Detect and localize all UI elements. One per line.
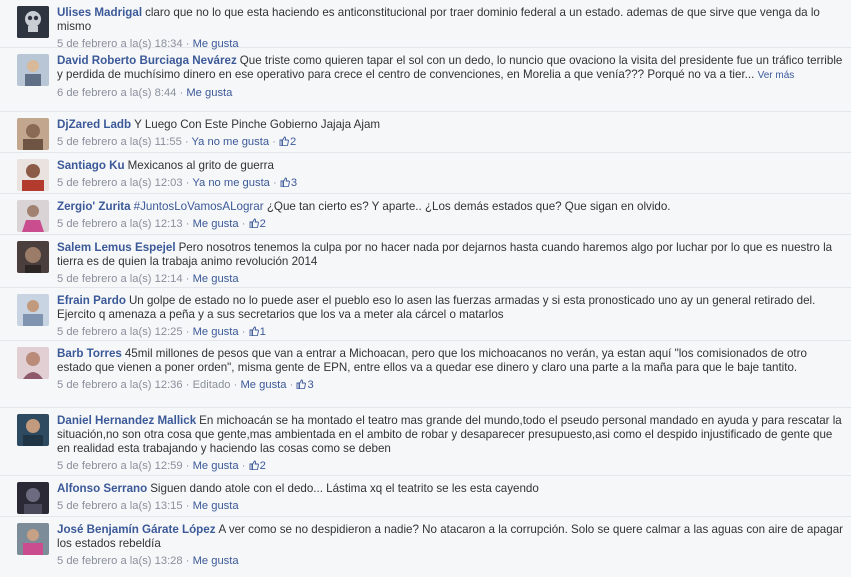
- comment-author[interactable]: David Roberto Burciaga Nevárez: [57, 54, 237, 67]
- comment: Zergio' Zurita #JuntosLoVamosALograr ¿Que…: [0, 194, 851, 235]
- like-count[interactable]: 3: [280, 177, 297, 189]
- like-count[interactable]: 1: [249, 326, 266, 338]
- like-button[interactable]: Me gusta: [240, 379, 286, 391]
- comment-time[interactable]: 5 de febrero a la(s) 13:15: [57, 500, 183, 512]
- thumbs-up-icon: [249, 460, 259, 470]
- like-button[interactable]: Me gusta: [193, 555, 239, 567]
- like-button[interactable]: Me gusta: [193, 500, 239, 512]
- comment-time[interactable]: 5 de febrero a la(s) 12:14: [57, 273, 183, 285]
- avatar[interactable]: [17, 54, 49, 86]
- comment-text: Siguen dando atole con el dedo... Lástim…: [150, 482, 539, 495]
- comment-meta: 5 de febrero a la(s) 12:59 · Me gusta · …: [57, 460, 266, 472]
- comment-meta: 5 de febrero a la(s) 13:15 · Me gusta: [57, 500, 239, 512]
- like-count[interactable]: 2: [249, 218, 266, 230]
- comment: Barb Torres 45mil millones de pesos que v…: [0, 341, 851, 408]
- like-button[interactable]: Me gusta: [193, 326, 239, 338]
- comment: Salem Lemus Espejel Pero nosotros tenemos…: [0, 235, 851, 288]
- avatar[interactable]: [17, 414, 49, 446]
- comment-meta: 5 de febrero a la(s) 12:25 · Me gusta · …: [57, 326, 266, 338]
- comment-text: Un golpe de estado no lo puede aser el p…: [57, 294, 816, 321]
- comment-time[interactable]: 5 de febrero a la(s) 12:13: [57, 218, 183, 230]
- comment-text: Mexicanos al grito de guerra: [127, 159, 274, 172]
- comment: Alfonso Serrano Siguen dando atole con el…: [0, 476, 851, 517]
- unlike-button[interactable]: Ya no me gusta: [192, 136, 270, 148]
- comment-meta: 5 de febrero a la(s) 12:13 · Me gusta · …: [57, 218, 266, 230]
- comment: José Benjamín Gárate López A ver como se …: [0, 517, 851, 573]
- comment-text: ¿Que tan cierto es? Y aparte.. ¿Los demá…: [266, 200, 671, 213]
- comment-time[interactable]: 5 de febrero a la(s) 11:55: [57, 136, 182, 148]
- comment-time[interactable]: 5 de febrero a la(s) 12:03: [57, 177, 183, 189]
- comment-author[interactable]: Alfonso Serrano: [57, 482, 147, 495]
- comment-thread: Ulises Madrigal claro que no lo que esta …: [0, 0, 851, 573]
- avatar[interactable]: [17, 118, 49, 150]
- comment-time[interactable]: 5 de febrero a la(s) 12:36: [57, 379, 183, 391]
- comment-author[interactable]: Barb Torres: [57, 347, 122, 360]
- comment-author[interactable]: Salem Lemus Espejel: [57, 241, 176, 254]
- comment-meta: 6 de febrero a la(s) 8:44 · Me gusta: [57, 87, 233, 99]
- comment-author[interactable]: José Benjamín Gárate López: [57, 523, 216, 536]
- hashtag-link[interactable]: #JuntosLoVamosALograr: [134, 200, 264, 213]
- comment: DjZared Ladb Y Luego Con Este Pinche Gobi…: [0, 112, 851, 153]
- comment-meta: 5 de febrero a la(s) 12:03 · Ya no me gu…: [57, 177, 298, 189]
- comment-author[interactable]: DjZared Ladb: [57, 118, 131, 131]
- like-button[interactable]: Me gusta: [193, 273, 239, 285]
- avatar[interactable]: [17, 482, 49, 514]
- comment-author[interactable]: Ulises Madrigal: [57, 6, 142, 19]
- comment-meta: 5 de febrero a la(s) 12:36 · Editado · M…: [57, 379, 314, 391]
- like-count[interactable]: 2: [249, 460, 266, 472]
- comment: Daniel Hernandez Mallick En michoacán se …: [0, 408, 851, 476]
- see-more-link[interactable]: Ver más: [758, 70, 795, 81]
- comment: Efrain Pardo Un golpe de estado no lo pue…: [0, 288, 851, 341]
- comment-meta: 5 de febrero a la(s) 13:28 · Me gusta: [57, 555, 239, 567]
- thumbs-up-icon: [249, 326, 259, 336]
- avatar[interactable]: [17, 241, 49, 273]
- unlike-button[interactable]: Ya no me gusta: [192, 177, 270, 189]
- comment: Ulises Madrigal claro que no lo que esta …: [0, 0, 851, 50]
- like-count[interactable]: 2: [279, 136, 296, 148]
- like-button[interactable]: Me gusta: [186, 87, 232, 99]
- comment-text: Y Luego Con Este Pinche Gobierno Jajaja …: [134, 118, 381, 131]
- comment: David Roberto Burciaga Nevárez Que triste…: [0, 48, 851, 112]
- avatar[interactable]: [17, 6, 49, 38]
- comment-author[interactable]: Efrain Pardo: [57, 294, 126, 307]
- comment-author[interactable]: Santiago Ku: [57, 159, 125, 172]
- like-count[interactable]: 3: [296, 379, 314, 391]
- avatar[interactable]: [17, 523, 49, 555]
- avatar[interactable]: [17, 294, 49, 326]
- comment-author[interactable]: Daniel Hernandez Mallick: [57, 414, 196, 427]
- comment-author[interactable]: Zergio' Zurita: [57, 200, 131, 213]
- thumbs-up-icon: [297, 379, 307, 389]
- avatar[interactable]: [17, 347, 49, 379]
- comment-meta: 5 de febrero a la(s) 11:55 · Ya no me gu…: [57, 136, 297, 148]
- comment-time[interactable]: 5 de febrero a la(s) 13:28: [57, 555, 183, 567]
- comment-text: claro que no lo que esta haciendo es ant…: [57, 6, 820, 33]
- edited-label[interactable]: Editado: [193, 379, 231, 391]
- comment-time[interactable]: 5 de febrero a la(s) 12:25: [57, 326, 183, 338]
- comment-time[interactable]: 6 de febrero a la(s) 8:44: [57, 87, 176, 99]
- comment: Santiago Ku Mexicanos al grito de guerra …: [0, 153, 851, 194]
- like-button[interactable]: Me gusta: [193, 460, 239, 472]
- avatar[interactable]: [17, 200, 49, 232]
- thumbs-up-icon: [280, 177, 290, 187]
- thumbs-up-icon: [279, 136, 289, 146]
- avatar[interactable]: [17, 159, 49, 191]
- comment-time[interactable]: 5 de febrero a la(s) 12:59: [57, 460, 183, 472]
- comment-meta: 5 de febrero a la(s) 12:14 · Me gusta: [57, 273, 239, 285]
- thumbs-up-icon: [249, 218, 259, 228]
- comment-text: 45mil millones de pesos que van a entrar…: [57, 347, 807, 374]
- like-button[interactable]: Me gusta: [193, 218, 239, 230]
